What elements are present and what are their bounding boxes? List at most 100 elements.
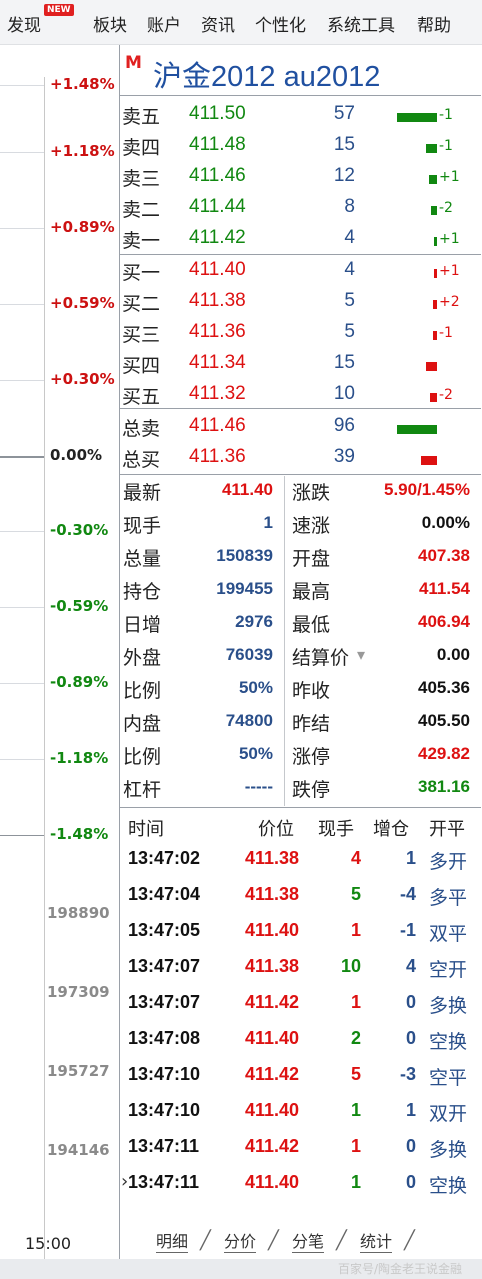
chart-pct-label: 0.00%: [50, 446, 103, 464]
main-contract-mark: M: [125, 53, 142, 73]
ask-level-volume-bar: [397, 113, 437, 122]
tab-price-volume[interactable]: 分价: [224, 1228, 257, 1253]
tab-statistics[interactable]: 统计: [360, 1228, 393, 1253]
bid-level-row[interactable]: 买四 411.34 15: [119, 348, 481, 379]
bid-level-price: 411.36: [189, 321, 246, 342]
ask-level-row[interactable]: 卖一 411.42 4 +1: [119, 223, 481, 254]
tick-header-price: 价位: [258, 819, 294, 840]
tick-type: 空开: [429, 959, 468, 981]
stat-label: 比例: [123, 746, 162, 768]
chart-pct-label: -1.48%: [50, 825, 109, 843]
stat-value: 405.50: [418, 711, 470, 730]
tick-row[interactable]: 13:47:07 411.42 1 0 多换: [119, 986, 481, 1022]
bid-level-price: 411.38: [189, 290, 246, 311]
bid-level-volume: 5: [344, 321, 355, 342]
chart-gridline: [0, 683, 44, 684]
total-sell-volume-bar: [397, 425, 437, 434]
tick-time: 13:47:11: [128, 1172, 200, 1192]
tick-hand: 5: [350, 884, 361, 904]
ask-level-volume: 4: [344, 227, 355, 248]
tick-type: 双平: [429, 923, 468, 945]
tick-row[interactable]: 13:47:10 411.40 1 1 双开: [119, 1094, 481, 1130]
bid-level-label: 买五: [122, 386, 161, 408]
tick-increase: 1: [405, 1100, 416, 1120]
tick-row[interactable]: 13:47:05 411.40 1 -1 双平: [119, 914, 481, 950]
bid-level-row[interactable]: 买一 411.40 4 +1: [119, 255, 481, 286]
stat-label: 涨跌: [292, 482, 331, 504]
tick-type: 多平: [429, 887, 468, 909]
tab-separator: ╱: [336, 1230, 347, 1251]
menu-help[interactable]: 帮助: [417, 11, 451, 36]
menu-account[interactable]: 账户: [147, 11, 181, 36]
tick-row[interactable]: 13:47:04 411.38 5 -4 多平: [119, 878, 481, 914]
ask-level-row[interactable]: 卖三 411.46 12 +1: [119, 161, 481, 192]
tab-detail[interactable]: 明细: [156, 1228, 189, 1253]
total-sell-row[interactable]: 总卖 411.46 96: [119, 411, 481, 442]
bid-level-volume-bar: [430, 393, 437, 402]
tick-row[interactable]: 13:47:11 411.40 1 0 空换: [119, 1166, 481, 1202]
menu-system-tools[interactable]: 系统工具: [327, 11, 395, 36]
stat-label: 比例: [123, 680, 162, 702]
divider: [119, 254, 481, 255]
chart-gridline: [0, 531, 44, 532]
tick-hand: 4: [350, 848, 361, 868]
stat-label: 开盘: [292, 548, 331, 570]
ask-level-row[interactable]: 卖四 411.48 15 -1: [119, 130, 481, 161]
ask-level-change: +1: [439, 169, 460, 185]
ask-level-change: +1: [439, 231, 460, 247]
stat-value: 407.38: [418, 546, 470, 565]
bid-level-change: -1: [439, 325, 453, 341]
contract-title-row[interactable]: M 沪金2012 au2012: [119, 47, 481, 95]
watermark: 百家号/陶金老王说金融: [338, 1262, 463, 1276]
menu-news[interactable]: 资讯: [201, 11, 235, 36]
tick-increase: 0: [405, 1028, 416, 1048]
tick-row[interactable]: 13:47:10 411.42 5 -3 空平: [119, 1058, 481, 1094]
tab-tick-by-tick[interactable]: 分笔: [292, 1228, 325, 1253]
stat-label: 持仓: [123, 581, 162, 603]
menu-discover[interactable]: 发现: [7, 11, 41, 36]
row-cursor-icon: ›: [121, 1171, 129, 1192]
stat-label: 日增: [123, 614, 162, 636]
stat-label: 结算价: [292, 647, 350, 669]
bid-level-change: +2: [439, 294, 460, 310]
menu-sectors[interactable]: 板块: [93, 11, 127, 36]
stat-label: 速涨: [292, 515, 331, 537]
bid-level-label: 买三: [122, 324, 161, 346]
tick-time: 13:47:05: [128, 920, 201, 940]
ask-level-volume-bar: [431, 206, 437, 215]
detail-tabs: 明细 ╱ 分价 ╱ 分笔 ╱ 统计 ╱: [130, 1228, 480, 1254]
divider: [119, 807, 481, 808]
tick-header-increase: 增仓: [373, 819, 409, 840]
ask-level-volume-bar: [429, 175, 437, 184]
stat-value: 50%: [238, 678, 273, 697]
stat-label: 总量: [123, 548, 162, 570]
bid-level-row[interactable]: 买二 411.38 5 +2: [119, 286, 481, 317]
chart-pct-label: -0.89%: [50, 673, 109, 691]
tick-time: 13:47:11: [128, 1136, 200, 1156]
tick-row[interactable]: 13:47:02 411.38 4 1 多开: [119, 842, 481, 878]
tick-row[interactable]: 13:47:07 411.38 10 4 空开: [119, 950, 481, 986]
ask-level-label: 卖四: [122, 137, 161, 159]
chart-gridline: [0, 835, 44, 836]
bid-level-row[interactable]: 买五 411.32 10 -2: [119, 379, 481, 410]
tick-price: 411.38: [244, 848, 299, 868]
total-buy-row[interactable]: 总买 411.36 39: [119, 442, 481, 473]
stat-value: 381.16: [418, 777, 470, 796]
tick-row[interactable]: 13:47:08 411.40 2 0 空换: [119, 1022, 481, 1058]
ask-level-row[interactable]: 卖二 411.44 8 -2: [119, 192, 481, 223]
bid-level-row[interactable]: 买三 411.36 5 -1: [119, 317, 481, 348]
tick-hand: 1: [350, 992, 361, 1012]
tick-row[interactable]: 13:47:11 411.42 1 0 多换: [119, 1130, 481, 1166]
chart-time-label: 15:00: [25, 1234, 72, 1253]
stat-value: 405.36: [418, 678, 470, 697]
chart-border: [44, 77, 45, 1275]
tab-separator: ╱: [200, 1230, 211, 1251]
bid-level-label: 买四: [122, 355, 161, 377]
menu-bar: 发现 NEW 板块 账户 资讯 个性化 系统工具 帮助: [0, 0, 482, 45]
chart-gridline: [0, 456, 44, 458]
dropdown-arrow-icon[interactable]: ▾: [357, 645, 365, 664]
tick-price: 411.38: [244, 956, 299, 976]
menu-personalize[interactable]: 个性化: [255, 11, 306, 36]
stat-label: 昨收: [292, 680, 331, 702]
ask-level-row[interactable]: 卖五 411.50 57 -1: [119, 99, 481, 130]
